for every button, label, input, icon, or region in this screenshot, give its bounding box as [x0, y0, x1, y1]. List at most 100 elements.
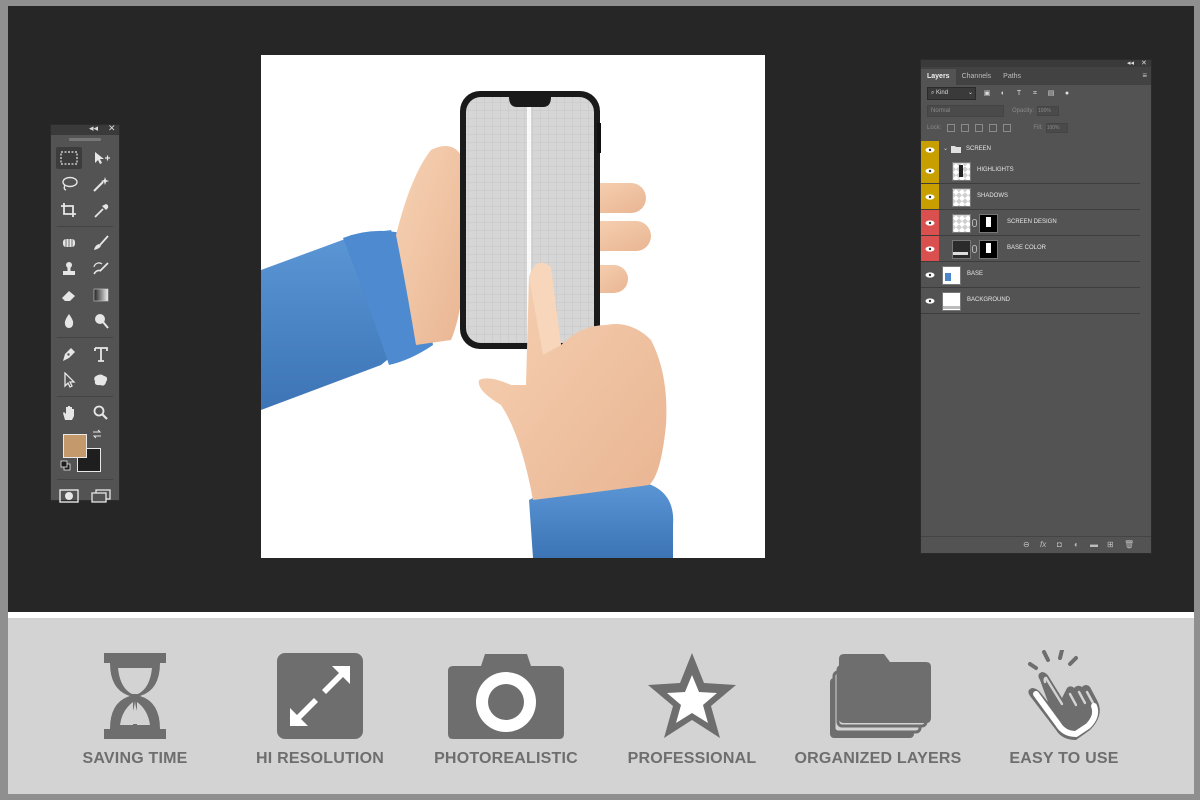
blur-tool-icon[interactable]	[56, 310, 82, 332]
layer-name: BACKGROUND	[967, 297, 1011, 303]
blend-mode-select[interactable]: Normal	[927, 104, 1004, 117]
smart-object-filter-icon[interactable]: ▤	[1046, 90, 1056, 98]
fill-layer-thumbnail	[952, 240, 971, 259]
layer-row-base-color[interactable]: BASE COLOR	[921, 236, 1140, 262]
layer-mask-thumbnail[interactable]	[979, 214, 998, 233]
eraser-tool-icon[interactable]	[56, 284, 82, 306]
layer-name: HIGHLIGHTS	[977, 167, 1014, 173]
lasso-tool-icon[interactable]	[56, 173, 82, 195]
path-selection-tool-icon[interactable]	[56, 369, 82, 391]
close-icon[interactable]: ✕	[1141, 59, 1147, 67]
swap-colors-icon[interactable]	[91, 428, 103, 440]
layer-row-shadows[interactable]: SHADOWS	[921, 184, 1140, 210]
hourglass-icon	[104, 653, 166, 739]
foreground-color-swatch[interactable]	[63, 434, 87, 458]
link-layers-icon[interactable]: ⊖	[1023, 540, 1030, 549]
lock-pixels-icon[interactable]	[961, 123, 970, 132]
panel-grip[interactable]	[69, 138, 101, 141]
opacity-field[interactable]: 100%	[1037, 105, 1060, 116]
pen-tool-icon[interactable]	[56, 343, 82, 365]
tools-panel: ◂◂ ✕	[50, 123, 120, 503]
eye-icon[interactable]	[921, 288, 939, 313]
link-icon[interactable]	[972, 219, 977, 227]
fx-icon[interactable]: fx	[1040, 540, 1046, 549]
brush-tool-icon[interactable]	[88, 232, 114, 254]
zoom-tool-icon[interactable]	[88, 402, 114, 424]
lock-label: Lock:	[927, 124, 942, 131]
eye-icon[interactable]	[921, 184, 939, 209]
trash-icon[interactable]: 🗑	[1124, 540, 1134, 549]
shape-filter-icon[interactable]: ⌗	[1030, 90, 1040, 98]
new-group-icon[interactable]: ▬	[1090, 540, 1098, 549]
feature-organized-layers: ORGANIZED LAYERS	[788, 650, 968, 768]
hand-tool-icon[interactable]	[56, 402, 82, 424]
layer-name: BASE	[967, 271, 984, 277]
lock-position-icon[interactable]	[975, 123, 984, 132]
clone-stamp-tool-icon[interactable]	[56, 258, 82, 280]
layer-row-background[interactable]: BACKGROUND	[921, 288, 1140, 314]
panel-menu-icon[interactable]: ≡	[1142, 71, 1147, 80]
layer-mask-thumbnail[interactable]	[979, 240, 998, 259]
tap-hand-icon	[1028, 650, 1100, 740]
feature-saving-time: SAVING TIME	[45, 650, 225, 768]
fill-field[interactable]: 100%	[1045, 122, 1068, 133]
tools-panel-header: ◂◂ ✕	[51, 123, 119, 135]
chevron-down-icon: ⌄	[967, 90, 973, 96]
layer-thumbnail	[942, 292, 961, 311]
adjustment-filter-icon[interactable]: ◐	[998, 90, 1008, 98]
camera-icon	[448, 654, 564, 739]
eye-icon[interactable]	[921, 141, 939, 158]
type-tool-icon[interactable]	[88, 343, 114, 365]
add-mask-icon[interactable]: ◘	[1057, 540, 1062, 549]
document-canvas[interactable]	[261, 55, 765, 558]
tab-paths[interactable]: Paths	[997, 69, 1027, 85]
quick-mask-icon[interactable]	[56, 485, 82, 507]
eye-icon[interactable]	[921, 158, 939, 183]
new-layer-icon[interactable]: ⊞	[1107, 540, 1114, 549]
lock-artboard-icon[interactable]	[989, 123, 998, 132]
close-icon[interactable]: ✕	[108, 123, 116, 134]
chevron-down-icon[interactable]: ⌄	[943, 145, 948, 152]
eye-icon[interactable]	[921, 262, 939, 287]
feature-hi-resolution: HI RESOLUTION	[230, 650, 410, 768]
layer-name: BASE COLOR	[1007, 245, 1047, 251]
pixel-filter-icon[interactable]: ▣	[982, 90, 992, 98]
layer-row-base[interactable]: BASE	[921, 262, 1140, 288]
link-icon[interactable]	[972, 245, 977, 253]
tab-layers[interactable]: Layers	[921, 69, 956, 85]
tab-channels[interactable]: Channels	[956, 69, 998, 85]
lock-transparency-icon[interactable]	[947, 123, 956, 132]
eyedropper-tool-icon[interactable]	[88, 199, 114, 221]
lock-row: Lock: Fill: 100%	[921, 119, 1151, 136]
healing-brush-tool-icon[interactable]	[56, 232, 82, 254]
marquee-tool-icon[interactable]	[56, 147, 82, 169]
type-filter-icon[interactable]: T	[1014, 90, 1024, 98]
layer-row-highlights[interactable]: HIGHLIGHTS	[921, 158, 1140, 184]
crop-tool-icon[interactable]	[56, 199, 82, 221]
feature-easy-to-use: EASY TO USE	[974, 650, 1154, 768]
adjustment-layer-icon[interactable]: ◐	[1074, 540, 1079, 549]
custom-shape-tool-icon[interactable]	[88, 369, 114, 391]
screen-mode-icon[interactable]	[88, 485, 114, 507]
feature-label: EASY TO USE	[1009, 750, 1119, 767]
default-colors-icon[interactable]	[60, 460, 71, 471]
move-tool-icon[interactable]	[88, 147, 114, 169]
feature-label: SAVING TIME	[82, 750, 188, 767]
layer-row-screen[interactable]: ⌄ SCREEN	[921, 141, 1140, 159]
color-swatches	[51, 426, 119, 476]
dodge-tool-icon[interactable]	[88, 310, 114, 332]
collapse-icon[interactable]: ◂◂	[1127, 59, 1134, 67]
eye-icon[interactable]	[921, 236, 939, 261]
gradient-tool-icon[interactable]	[88, 284, 114, 306]
feature-label: HI RESOLUTION	[256, 750, 384, 767]
collapse-icon[interactable]: ◂◂	[89, 123, 98, 134]
layer-row-screen-design[interactable]: SCREEN DESIGN	[921, 210, 1140, 236]
hand-phone-mockup-illustration	[261, 91, 674, 558]
filter-toggle-icon[interactable]: ●	[1062, 90, 1072, 98]
filter-kind-select[interactable]: ⌕ Kind ⌄	[927, 87, 976, 100]
magic-wand-tool-icon[interactable]	[88, 173, 114, 195]
lock-all-icon[interactable]	[1003, 123, 1012, 132]
layers-panel-header: ◂◂ ✕	[921, 60, 1151, 67]
eye-icon[interactable]	[921, 210, 939, 235]
history-brush-tool-icon[interactable]	[88, 258, 114, 280]
